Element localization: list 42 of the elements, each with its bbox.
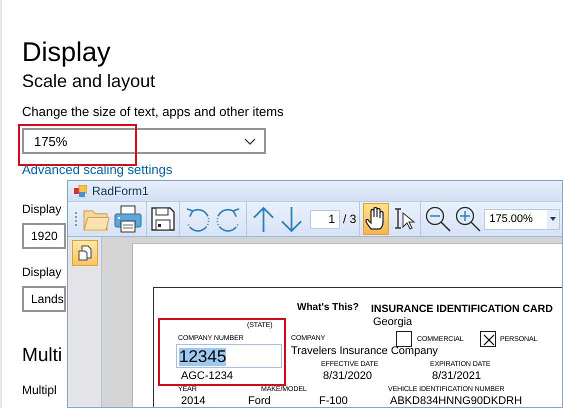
state-value: Georgia <box>373 316 412 328</box>
page-count: / 3 <box>343 212 356 226</box>
pages-icon <box>78 245 92 261</box>
chevron-icon <box>244 138 256 144</box>
arrow-up-icon <box>252 206 274 232</box>
thumbnails-button[interactable] <box>72 240 98 266</box>
multiple-displays-label: Multipl <box>22 382 57 398</box>
orientation-dropdown[interactable]: Lands <box>22 286 66 312</box>
company-number-value: 12345 <box>179 348 226 366</box>
scale-dropdown[interactable]: 175% <box>22 128 266 154</box>
card-title: INSURANCE IDENTIFICATION CARD <box>371 303 553 315</box>
orientation-label: Display <box>22 264 62 280</box>
policy-number-value: AGC-1234 <box>181 370 233 382</box>
zoom-in-icon <box>455 206 482 232</box>
company-value: Travelers Insurance Company <box>291 345 438 357</box>
resolution-dropdown[interactable]: 1920 <box>22 223 66 249</box>
app-icon <box>74 185 87 197</box>
undo-icon <box>184 206 211 232</box>
printer-icon <box>114 205 142 233</box>
year-value: 2014 <box>181 395 206 407</box>
print-button[interactable] <box>113 203 143 235</box>
zoom-dropdown[interactable]: 175.00% <box>484 208 560 230</box>
expiration-date-value: 8/31/2021 <box>432 370 481 382</box>
zoom-out-icon <box>425 206 452 232</box>
multiple-displays-heading: Multi <box>22 344 62 368</box>
window-title: RadForm1 <box>92 184 149 198</box>
resolution-label: Display <box>22 201 62 217</box>
effective-date-value: 8/31/2020 <box>323 370 372 382</box>
make-value: Ford <box>248 395 271 407</box>
pan-tool-button[interactable] <box>363 203 390 235</box>
scale-label: Change the size of text, apps and other items <box>22 104 284 120</box>
section-heading: Scale and layout <box>22 70 156 92</box>
grip-icon <box>75 212 78 226</box>
dropdown-arrow-icon <box>550 217 556 221</box>
redo-icon <box>215 206 242 232</box>
page-title: Display <box>22 36 111 68</box>
text-select-icon <box>392 207 416 231</box>
advanced-scaling-link[interactable]: Advanced scaling settings <box>22 162 172 177</box>
model-value: F-100 <box>319 395 348 407</box>
arrow-down-icon <box>280 206 302 232</box>
page-number-field[interactable]: 1 <box>310 210 340 228</box>
vin-value: ABKD834HNNG90DKDRH <box>390 395 522 407</box>
